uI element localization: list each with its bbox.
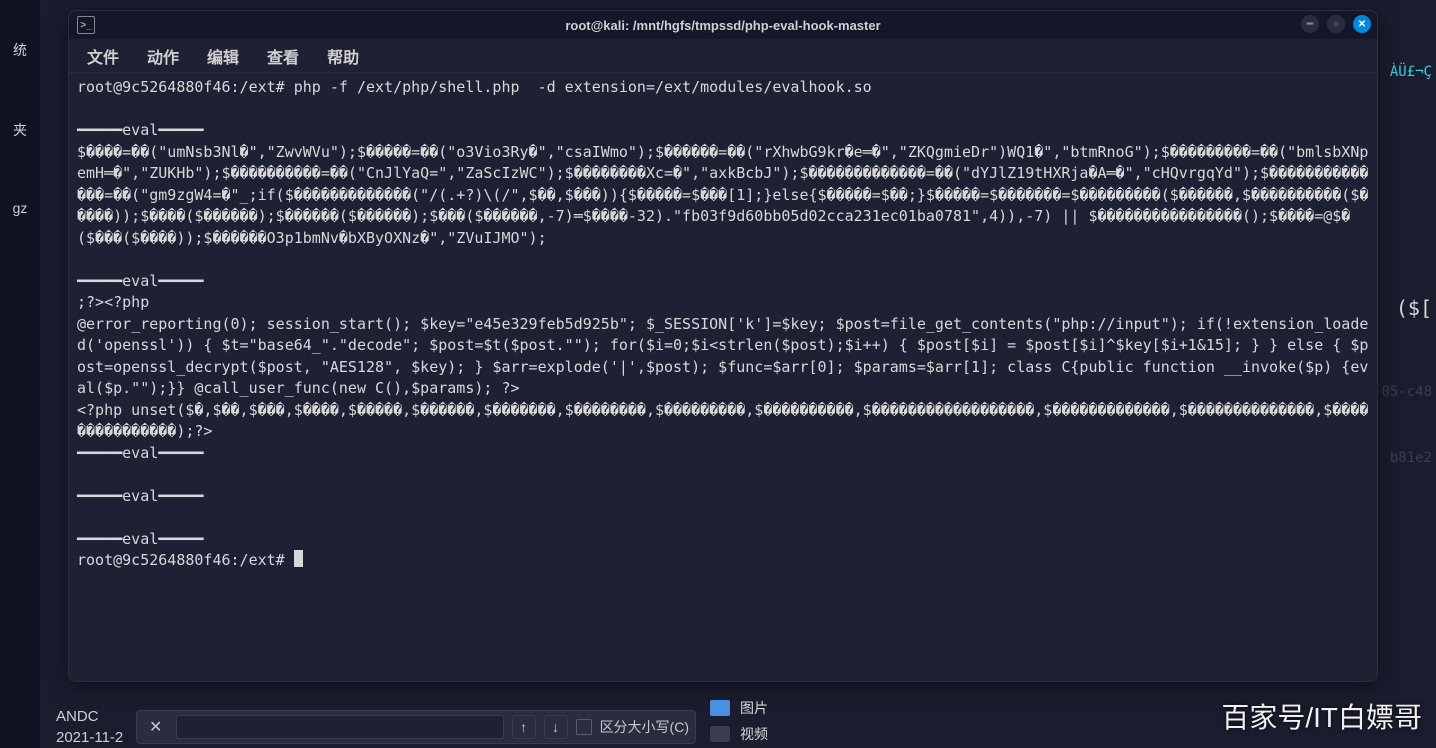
menu-action[interactable]: 动作	[135, 40, 191, 72]
bottom-label-line2: 2021-11-2	[56, 727, 123, 748]
window-controls: ━ ○ ✕	[1301, 15, 1371, 33]
terminal-output[interactable]: root@9c5264880f46:/ext# php -f /ext/php/…	[69, 73, 1377, 681]
find-bar: ✕ ↑ ↓ 区分大小写(C)	[136, 710, 696, 744]
findbar-up-button[interactable]: ↑	[512, 715, 536, 739]
fm-label-videos: 视频	[740, 724, 768, 744]
bg-fragment-3: 05-c48	[1381, 384, 1432, 400]
findbar-close-button[interactable]: ✕	[143, 717, 168, 737]
fm-label-pictures: 图片	[740, 698, 768, 718]
findbar-case-checkbox[interactable]	[576, 719, 592, 735]
panel-label-1: 统	[13, 40, 27, 60]
menu-help[interactable]: 帮助	[315, 40, 371, 72]
desktop-bottom-label: ANDC 2021-11-2	[56, 706, 123, 748]
window-title: root@kali: /mnt/hgfs/tmpssd/php-eval-hoo…	[69, 18, 1377, 33]
pictures-folder-icon	[710, 700, 730, 716]
videos-folder-icon	[710, 726, 730, 742]
titlebar[interactable]: >_ root@kali: /mnt/hgfs/tmpssd/php-eval-…	[69, 11, 1377, 39]
maximize-button[interactable]: ○	[1327, 15, 1345, 33]
bg-fragment-4: b81e2	[1390, 450, 1432, 466]
watermark: 百家号/IT白嫖哥	[1221, 696, 1422, 736]
bg-fragment-1: ÀÜ£¬Ç	[1390, 64, 1432, 80]
terminal-window: >_ root@kali: /mnt/hgfs/tmpssd/php-eval-…	[68, 10, 1378, 682]
fm-item-pictures[interactable]: 图片	[710, 698, 768, 718]
close-button[interactable]: ✕	[1353, 15, 1371, 33]
findbar-search-input[interactable]	[176, 715, 503, 739]
bottom-label-line1: ANDC	[56, 706, 123, 727]
filemanager-sidebar: 图片 视频	[710, 698, 768, 744]
desktop-left-panel: 统 夹 gz	[0, 0, 40, 748]
bg-fragment-2: ($[	[1396, 296, 1432, 320]
menubar: 文件 动作 编辑 查看 帮助	[69, 39, 1377, 73]
terminal-cursor	[294, 550, 303, 567]
menu-file[interactable]: 文件	[75, 40, 131, 72]
menu-view[interactable]: 查看	[255, 40, 311, 72]
menu-edit[interactable]: 编辑	[195, 40, 251, 72]
panel-label-2: 夹	[13, 120, 27, 140]
arrow-down-icon: ↓	[552, 719, 559, 735]
findbar-case-label: 区分大小写(C)	[600, 717, 689, 737]
minimize-button[interactable]: ━	[1301, 15, 1319, 33]
arrow-up-icon: ↑	[520, 719, 527, 735]
findbar-down-button[interactable]: ↓	[544, 715, 568, 739]
panel-label-3: gz	[13, 200, 28, 216]
fm-item-videos[interactable]: 视频	[710, 724, 768, 744]
